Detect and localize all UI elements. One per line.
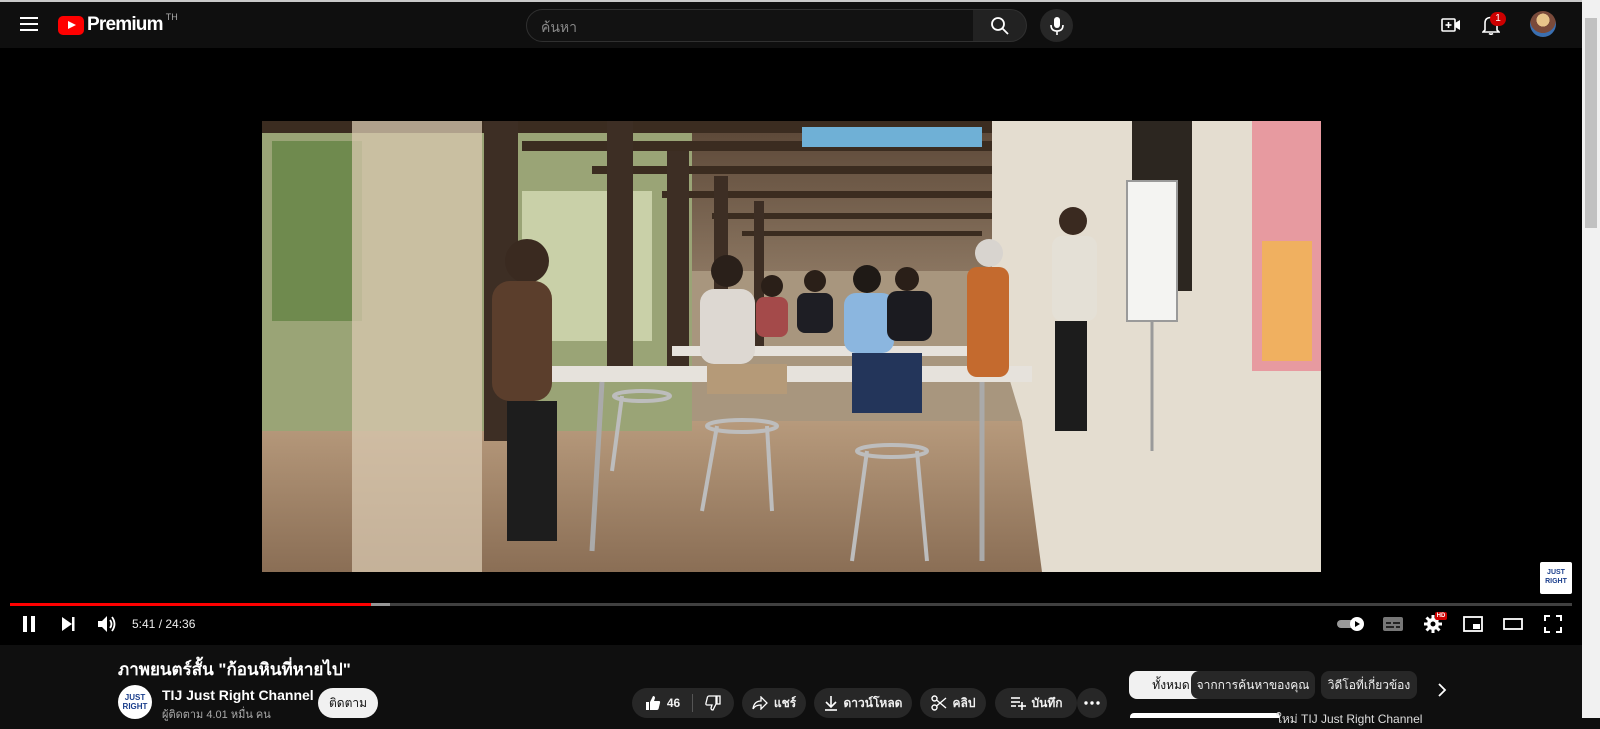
classroom-scene bbox=[262, 121, 1321, 572]
save-label: บันทึก bbox=[1031, 695, 1063, 710]
channel-avatar-logo: JUST RIGHT bbox=[122, 693, 148, 711]
fullscreen-button[interactable] bbox=[1541, 612, 1565, 636]
channel-watermark[interactable]: JUST RIGHT bbox=[1540, 562, 1572, 594]
like-divider bbox=[692, 694, 694, 712]
thumbs-down-icon bbox=[705, 695, 721, 711]
thumbs-up-icon bbox=[645, 696, 660, 710]
volume-icon bbox=[98, 616, 116, 632]
share-button[interactable]: แชร์ bbox=[742, 688, 806, 718]
clip-button[interactable]: คลิป bbox=[920, 688, 986, 718]
related-title-peek[interactable]: ใหม่ TIJ Just Right Channel bbox=[1276, 710, 1422, 729]
video-title: ภาพยนตร์สั้น "ก้อนหินที่หายไป" bbox=[118, 660, 351, 679]
search-box[interactable] bbox=[526, 9, 974, 43]
search-input[interactable] bbox=[527, 10, 943, 43]
save-button[interactable]: บันทึก bbox=[995, 688, 1077, 718]
volume-button[interactable] bbox=[95, 612, 119, 636]
more-horizontal-icon bbox=[1084, 701, 1100, 705]
clip-label: คลิป bbox=[952, 695, 976, 710]
scrollbar-thumb[interactable] bbox=[1585, 18, 1597, 228]
menu-icon[interactable] bbox=[18, 12, 42, 36]
microphone-icon bbox=[1049, 16, 1064, 35]
hd-badge: HD bbox=[1435, 612, 1447, 620]
channel-name[interactable]: TIJ Just Right Channel bbox=[162, 687, 314, 703]
video-frame[interactable] bbox=[262, 121, 1321, 572]
chip-related[interactable]: วิดีโอที่เกี่ยวข้อง bbox=[1321, 671, 1417, 699]
create-video-icon bbox=[1441, 18, 1460, 32]
fullscreen-icon bbox=[1544, 615, 1562, 633]
next-icon bbox=[62, 617, 75, 631]
subscriber-count: ผู้ติดตาม 4.01 หมื่น คน bbox=[162, 709, 271, 721]
channel-avatar[interactable]: JUST RIGHT bbox=[118, 685, 152, 719]
notification-badge: 1 bbox=[1490, 12, 1506, 26]
chip-from-search[interactable]: จากการค้นหาของคุณ bbox=[1191, 671, 1315, 699]
autoplay-toggle[interactable] bbox=[1336, 614, 1366, 634]
next-button[interactable] bbox=[56, 612, 80, 636]
pause-icon bbox=[23, 616, 35, 632]
chevron-right-icon bbox=[1438, 683, 1447, 697]
voice-search-button[interactable] bbox=[1040, 9, 1073, 42]
subscribe-button[interactable]: ติดตาม bbox=[318, 688, 378, 718]
share-label: แชร์ bbox=[773, 695, 797, 710]
miniplayer-button[interactable] bbox=[1461, 612, 1485, 636]
related-thumbnail-peek[interactable] bbox=[1130, 713, 1280, 718]
youtube-play-icon bbox=[58, 15, 84, 35]
download-label: ดาวน์โหลด bbox=[843, 695, 903, 710]
theater-icon bbox=[1503, 618, 1523, 630]
like-count: 46 bbox=[666, 696, 681, 710]
like-button[interactable]: 46 bbox=[645, 695, 680, 711]
subtitles-button[interactable] bbox=[1381, 612, 1405, 636]
logo-region: TH bbox=[165, 12, 178, 22]
theater-mode-button[interactable] bbox=[1501, 612, 1525, 636]
miniplayer-icon bbox=[1463, 616, 1483, 632]
playlist-add-icon bbox=[1010, 697, 1026, 710]
more-actions-button[interactable] bbox=[1077, 688, 1107, 718]
like-dislike-group: 46 bbox=[632, 688, 734, 718]
user-avatar[interactable] bbox=[1530, 11, 1556, 37]
pause-button[interactable] bbox=[17, 612, 41, 636]
youtube-logo[interactable]: Premium TH bbox=[58, 12, 178, 36]
subtitles-icon bbox=[1383, 617, 1403, 631]
logo-text: Premium bbox=[87, 14, 164, 35]
search-button[interactable] bbox=[973, 9, 1027, 42]
chips-next-button[interactable] bbox=[1430, 678, 1454, 702]
share-icon bbox=[752, 696, 768, 710]
progress-played bbox=[10, 603, 371, 606]
scissors-icon bbox=[930, 695, 946, 711]
create-button[interactable] bbox=[1438, 12, 1464, 38]
autoplay-icon bbox=[1337, 617, 1364, 631]
download-button[interactable]: ดาวน์โหลด bbox=[814, 688, 912, 718]
search-icon bbox=[990, 16, 1009, 35]
time-display: 5:41 / 24:36 bbox=[132, 617, 196, 631]
dislike-button[interactable] bbox=[705, 695, 721, 711]
download-icon bbox=[824, 696, 837, 711]
